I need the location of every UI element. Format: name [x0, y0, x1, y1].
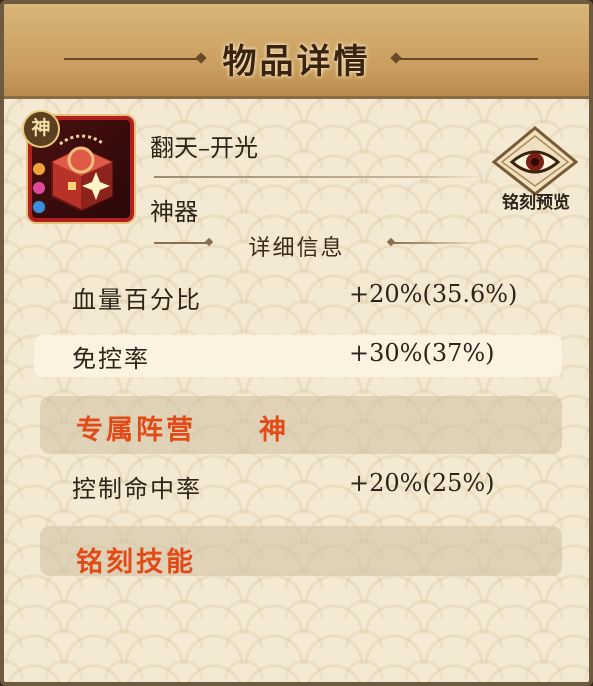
name-divider [154, 176, 484, 178]
inscription-preview-label: 铭刻预览 [502, 193, 570, 213]
stat-label: 血量百分比 [72, 286, 202, 314]
gem-blue [32, 200, 46, 214]
tier-badge: 神 [22, 110, 60, 148]
faction-value: 神 [259, 415, 286, 446]
stat-value: +20%(35.6%) [349, 280, 518, 308]
stat-label: 控制命中率 [72, 475, 202, 503]
section-right-rule [394, 242, 484, 244]
eye-icon [491, 126, 579, 196]
stat-row: 免控率 +30%(37%) [34, 335, 562, 377]
faction-label: 专属阵营 [76, 415, 196, 446]
faction-box: 专属阵营 神 [40, 396, 562, 454]
inscription-preview-button[interactable]: 铭刻预览 [490, 126, 580, 213]
stat-row: 控制命中率 +20%(25%) [34, 465, 562, 507]
details-section-title: 详细信息 [248, 236, 345, 261]
stat-value: +20%(25%) [349, 469, 495, 497]
title-right-rule [398, 58, 538, 60]
stat-label: 免控率 [72, 345, 150, 373]
gem-orange [32, 162, 46, 176]
inscription-skill-label: 铭刻技能 [76, 547, 196, 578]
panel-header: 物品详情 [4, 4, 589, 99]
stat-row: 血量百分比 +20%(35.6%) [34, 276, 562, 318]
item-name: 翻天–开光 [150, 134, 258, 162]
item-type: 神器 [150, 198, 198, 226]
gem-pink [32, 181, 46, 195]
stat-value: +30%(37%) [349, 339, 495, 367]
item-details-panel: 物品详情 神 翻天–开光 神器 铭刻预览 详细信息 血量百分比 +20%(35.… [0, 0, 593, 686]
inscription-skill-box: 铭刻技能 [40, 526, 562, 578]
